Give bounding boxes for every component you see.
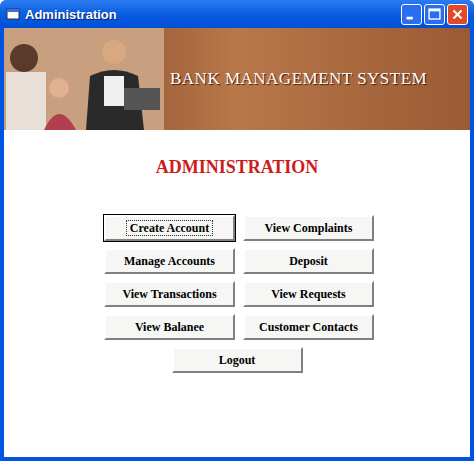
action-button[interactable]: View Balanee — [104, 314, 235, 340]
action-button[interactable]: Create Account — [104, 215, 235, 241]
logout-row: Logout — [4, 347, 470, 373]
window-title: Administration — [25, 8, 117, 21]
banner-title: BANK MANAGEMENT SYSTEM — [170, 66, 427, 92]
button-grid: Create Account View Complaints Manage Acco… — [104, 215, 374, 340]
app-icon — [6, 7, 20, 21]
banner: BANK MANAGEMENT SYSTEM — [4, 28, 470, 130]
action-button[interactable]: View Complaints — [243, 215, 374, 241]
maximize-icon[interactable] — [424, 4, 445, 25]
action-button[interactable]: View Transactions — [104, 281, 235, 307]
minimize-icon[interactable] — [401, 4, 422, 25]
title-bar: Administration — [0, 0, 474, 28]
page-heading: ADMINISTRATION — [4, 156, 470, 178]
button-panel: Create Account View Complaints Manage Acco… — [4, 215, 470, 340]
action-button[interactable]: Customer Contacts — [243, 314, 374, 340]
logout-button[interactable]: Logout — [172, 347, 303, 373]
action-button[interactable]: Deposit — [243, 248, 374, 274]
window: Administration BANK MANAGEMENT SYSTEM ADMI… — [0, 0, 474, 461]
client-area: BANK MANAGEMENT SYSTEM ADMINISTRATION Crea… — [4, 28, 470, 457]
close-icon[interactable] — [447, 4, 468, 25]
action-button[interactable]: Manage Accounts — [104, 248, 235, 274]
window-controls — [401, 4, 468, 25]
people-picture — [4, 28, 164, 130]
action-button[interactable]: View Requests — [243, 281, 374, 307]
